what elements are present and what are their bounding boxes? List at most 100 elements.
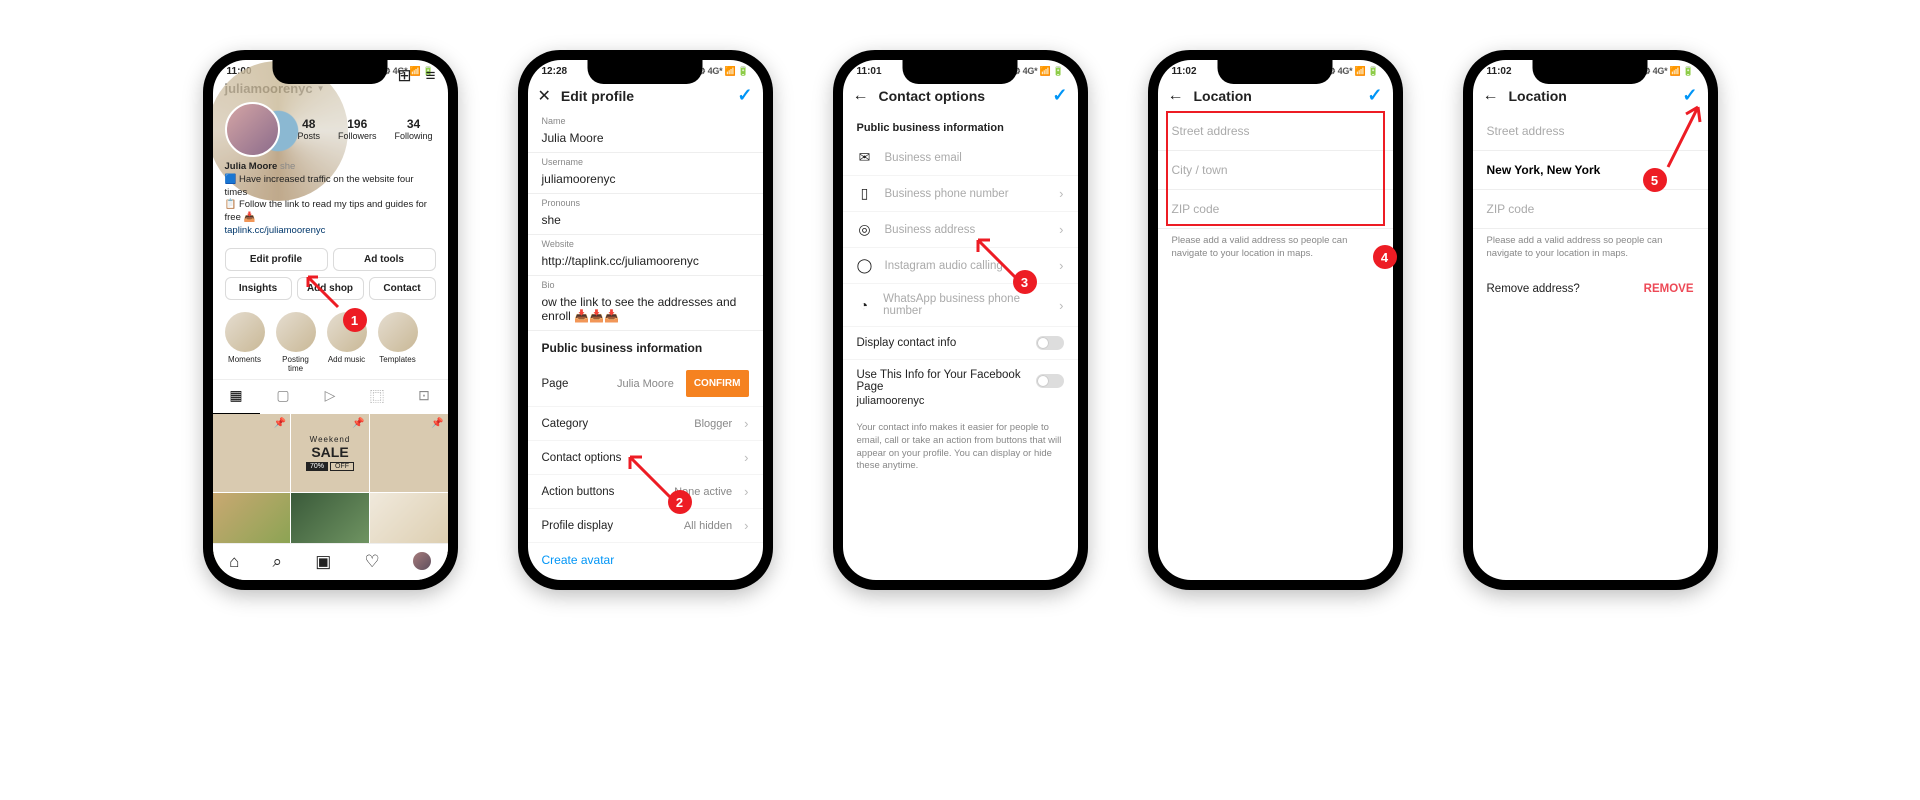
confirm-check-icon[interactable]: ✓ xyxy=(1052,85,1067,106)
business-phone-row[interactable]: ▯Business phone number› xyxy=(843,176,1078,212)
chevron-right-icon: › xyxy=(744,484,748,499)
stats[interactable]: 48Posts 196Followers 34Following xyxy=(298,117,433,142)
add-shop-button[interactable]: Add shop xyxy=(297,277,364,300)
contact-button[interactable]: Contact xyxy=(369,277,436,300)
back-icon[interactable]: ← xyxy=(1168,87,1184,105)
highlight-item[interactable]: Templates xyxy=(378,312,418,373)
bio-line2: 📋 Follow the link to read my tips and gu… xyxy=(225,199,427,223)
personal-info-link[interactable]: Personal information settings xyxy=(528,577,763,580)
page-title: Location xyxy=(1194,88,1358,104)
mail-icon: ✉ xyxy=(857,149,873,166)
chevron-right-icon: › xyxy=(1059,258,1063,273)
confirm-check-icon[interactable]: ✓ xyxy=(1682,85,1697,106)
remove-question: Remove address? xyxy=(1487,283,1580,295)
instagram-icon: ◯ xyxy=(857,257,873,274)
business-info-heading: Public business information xyxy=(843,112,1078,140)
contact-hint-text: Your contact info makes it easier for pe… xyxy=(843,416,1078,479)
name-field[interactable]: Julia Moore xyxy=(542,128,749,150)
zip-field[interactable]: ZIP code xyxy=(1473,190,1708,229)
username-field[interactable]: juliamoorenyc xyxy=(542,169,749,191)
back-icon[interactable]: ← xyxy=(1483,87,1499,105)
remove-button[interactable]: REMOVE xyxy=(1644,283,1694,295)
status-right: ⚙ 4G* 📶 🔋 xyxy=(698,66,749,77)
step-marker: 2 xyxy=(668,490,692,514)
play-tab-icon[interactable]: ▷ xyxy=(307,380,354,414)
guides-tab-icon[interactable]: ⿴ xyxy=(354,380,401,414)
notch xyxy=(1533,60,1648,84)
location-hint: Please add a valid address so people can… xyxy=(1158,229,1393,267)
home-icon[interactable]: ⌂ xyxy=(229,552,239,572)
back-icon[interactable]: ← xyxy=(853,87,869,105)
tagged-tab-icon[interactable]: ⊡ xyxy=(401,380,448,414)
contact-options-row[interactable]: Contact options› xyxy=(528,441,763,475)
page-title: Location xyxy=(1509,88,1673,104)
status-time: 11:02 xyxy=(1487,66,1512,77)
zip-field[interactable]: ZIP code xyxy=(1158,190,1393,229)
chevron-right-icon: › xyxy=(1059,186,1063,201)
page-title: Contact options xyxy=(879,88,1043,104)
highlight-item[interactable]: Moments xyxy=(225,312,265,373)
grid-tab-icon[interactable]: ▦ xyxy=(213,380,260,414)
street-address-field[interactable]: Street address xyxy=(1158,112,1393,151)
insights-button[interactable]: Insights xyxy=(225,277,292,300)
display-contact-toggle-row[interactable]: Display contact info xyxy=(843,327,1078,360)
action-buttons-row[interactable]: Action buttonsNone active› xyxy=(528,475,763,509)
street-address-field[interactable]: Street address xyxy=(1473,112,1708,151)
facebook-sync-row[interactable]: Use This Info for Your Facebook Page jul… xyxy=(843,360,1078,416)
step-marker: 3 xyxy=(1013,270,1037,294)
toggle[interactable] xyxy=(1036,374,1064,388)
confirm-check-icon[interactable]: ✓ xyxy=(737,85,752,106)
edit-profile-button[interactable]: Edit profile xyxy=(225,248,328,271)
highlights-row: Moments Posting time Add music Templates xyxy=(213,306,448,379)
post[interactable]: 📌 xyxy=(213,414,291,492)
status-right: ⚙ 4G* 📶 🔋 xyxy=(1643,66,1694,77)
category-row[interactable]: CategoryBlogger› xyxy=(528,407,763,441)
status-time: 11:01 xyxy=(857,66,882,77)
whatsapp-icon: ◔ xyxy=(857,297,872,313)
city-field[interactable]: New York, New York xyxy=(1473,151,1708,190)
status-time: 12:28 xyxy=(542,66,568,77)
followers-count: 196 xyxy=(338,117,377,131)
bio-block: Julia Moore she 🟦 Have increased traffic… xyxy=(225,157,436,242)
search-icon[interactable]: ⌕ xyxy=(273,552,283,572)
content-tabs: ▦ ▢ ▷ ⿴ ⊡ xyxy=(213,379,448,414)
status-right: ⚙ 4G* 📶 🔋 xyxy=(1013,66,1064,77)
reels-icon[interactable]: ▣ xyxy=(315,552,331,572)
create-avatar-link[interactable]: Create avatar xyxy=(528,543,763,577)
close-icon[interactable]: ✕ xyxy=(538,86,551,106)
chevron-right-icon: › xyxy=(744,416,748,431)
new-post-icon[interactable]: ⊞ xyxy=(397,66,411,86)
ad-tools-button[interactable]: Ad tools xyxy=(333,248,436,271)
confirm-button[interactable]: CONFIRM xyxy=(686,370,749,397)
pronouns-label: Pronouns xyxy=(542,198,749,208)
website-field[interactable]: http://taplink.cc/juliamoorenyc xyxy=(542,251,749,273)
bio-field[interactable]: ow the link to see the addresses and enr… xyxy=(542,292,749,328)
notch xyxy=(903,60,1018,84)
whatsapp-row[interactable]: ◔WhatsApp business phone number› xyxy=(843,284,1078,327)
confirm-check-icon[interactable]: ✓ xyxy=(1367,85,1382,106)
post[interactable]: 📌 xyxy=(370,414,448,492)
profile-nav-avatar[interactable] xyxy=(413,552,431,570)
bio-link[interactable]: taplink.cc/juliamoorenyc xyxy=(225,225,326,236)
status-right: ⚙ 4G* 📶 🔋 xyxy=(1328,66,1379,77)
audio-calling-row[interactable]: ◯Instagram audio calling› xyxy=(843,248,1078,284)
step-marker: 5 xyxy=(1643,168,1667,192)
status-time: 11:02 xyxy=(1172,66,1197,77)
bio-line1: 🟦 Have increased traffic on the website … xyxy=(225,174,414,198)
page-row[interactable]: PageJulia MooreCONFIRM xyxy=(528,361,763,407)
chevron-right-icon: › xyxy=(744,450,748,465)
toggle[interactable] xyxy=(1036,336,1064,350)
heart-icon[interactable]: ♡ xyxy=(364,552,379,572)
highlight-item[interactable]: Posting time xyxy=(276,312,316,373)
page-title: Edit profile xyxy=(561,88,728,104)
notch xyxy=(1218,60,1333,84)
business-email-row[interactable]: ✉Business email xyxy=(843,140,1078,176)
city-field[interactable]: City / town xyxy=(1158,151,1393,190)
pronouns-field[interactable]: she xyxy=(542,210,749,232)
post[interactable]: 📌 Weekend SALE 70%OFF xyxy=(291,414,369,492)
business-address-row[interactable]: ◎Business address› xyxy=(843,212,1078,248)
avatar[interactable] xyxy=(225,102,280,157)
reels-tab-icon[interactable]: ▢ xyxy=(260,380,307,414)
menu-icon[interactable]: ≡ xyxy=(426,66,436,86)
profile-display-row[interactable]: Profile displayAll hidden› xyxy=(528,509,763,543)
